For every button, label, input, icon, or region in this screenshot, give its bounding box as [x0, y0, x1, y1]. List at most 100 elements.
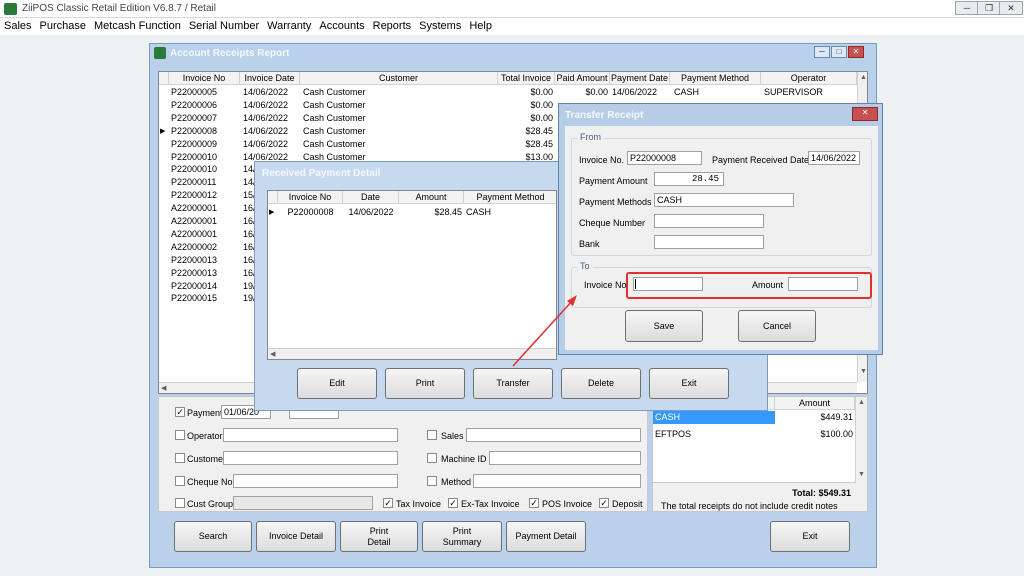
restore-icon[interactable]: ❐	[977, 1, 1001, 15]
tax-invoice-checkbox[interactable]: ✓	[383, 498, 393, 508]
payment-row-invoice[interactable]: P22000008	[278, 206, 343, 219]
table-cell[interactable]: $0.00	[555, 86, 608, 99]
summary-method-cash[interactable]: CASH	[653, 411, 775, 424]
table-cell[interactable]: P22000006	[171, 99, 240, 112]
menu-warranty[interactable]: Warranty	[263, 18, 315, 32]
cheque-no-field[interactable]	[233, 474, 398, 488]
scroll-left-icon[interactable]: ◀	[161, 384, 166, 392]
cheque-no-checkbox[interactable]	[175, 476, 185, 486]
method-field[interactable]	[473, 474, 641, 488]
table-cell[interactable]: P22000007	[171, 112, 240, 125]
payment-checkbox[interactable]: ✓	[175, 407, 185, 417]
table-cell[interactable]: P22000014	[171, 280, 240, 293]
col-total-invoice[interactable]: Total Invoice	[498, 72, 555, 85]
table-cell[interactable]: P22000015	[171, 292, 240, 305]
table-cell[interactable]: CASH	[674, 86, 761, 99]
cancel-button[interactable]: Cancel	[738, 310, 816, 342]
table-cell[interactable]: Cash Customer	[303, 99, 498, 112]
table-cell[interactable]: P22000012	[171, 189, 240, 202]
col-operator[interactable]: Operator	[761, 72, 857, 85]
table-cell[interactable]: $0.00	[498, 99, 553, 112]
exit-button[interactable]: Exit	[649, 368, 729, 399]
received-date-field[interactable]: 14/06/2022	[808, 151, 860, 165]
col-payment-method[interactable]: Payment Method	[464, 191, 556, 204]
table-cell[interactable]: P22000005	[171, 86, 240, 99]
bank-field[interactable]	[654, 235, 764, 249]
table-cell[interactable]: 14/06/2022	[243, 99, 300, 112]
table-cell[interactable]: 14/06/2022	[243, 86, 300, 99]
table-cell[interactable]: Cash Customer	[303, 138, 498, 151]
close-icon[interactable]: ✕	[999, 1, 1023, 15]
table-cell[interactable]: A22000001	[171, 202, 240, 215]
print-summary-button[interactable]: Print Summary	[422, 521, 502, 552]
table-cell[interactable]: 14/06/2022	[243, 138, 300, 151]
menu-purchase[interactable]: Purchase	[36, 18, 90, 32]
table-cell[interactable]: $0.00	[498, 86, 553, 99]
summary-scrollbar[interactable]: ▲ ▼	[855, 397, 867, 483]
menu-metcash-function[interactable]: Metcash Function	[90, 18, 185, 32]
sales-field[interactable]	[466, 428, 641, 442]
table-cell[interactable]: 14/06/2022	[243, 125, 300, 138]
search-button[interactable]: Search	[174, 521, 252, 552]
cust-group-checkbox[interactable]	[175, 498, 185, 508]
table-cell[interactable]: P22000010	[171, 163, 240, 176]
table-cell[interactable]: A22000001	[171, 215, 240, 228]
summary-method-eftpos[interactable]: EFTPOS	[653, 428, 775, 441]
menu-sales[interactable]: Sales	[0, 18, 36, 32]
cheque-number-field[interactable]	[654, 214, 764, 228]
col-payment-method[interactable]: Payment Method	[670, 72, 761, 85]
table-cell[interactable]: $28.45	[498, 138, 553, 151]
payment-row-date[interactable]: 14/06/2022	[343, 206, 399, 219]
menu-serial-number[interactable]: Serial Number	[185, 18, 263, 32]
payment-row-method[interactable]: CASH	[466, 206, 556, 219]
edit-button[interactable]: Edit	[297, 368, 377, 399]
table-cell[interactable]: Cash Customer	[303, 86, 498, 99]
table-cell[interactable]: P22000013	[171, 267, 240, 280]
table-cell[interactable]: 14/06/2022	[612, 86, 670, 99]
operator-field[interactable]	[223, 428, 398, 442]
pos-invoice-checkbox[interactable]: ✓	[529, 498, 539, 508]
col-paid-amount[interactable]: Paid Amount	[555, 72, 610, 85]
table-cell[interactable]: P22000008	[171, 125, 240, 138]
invoice-detail-button[interactable]: Invoice Detail	[256, 521, 336, 552]
table-cell[interactable]: P22000010	[171, 151, 240, 164]
menu-systems[interactable]: Systems	[415, 18, 465, 32]
payment-methods-field[interactable]: CASH	[654, 193, 794, 207]
cust-group-field[interactable]	[233, 496, 373, 510]
table-row[interactable]: P22000005 14/06/2022 Cash Customer $0.00 $0.…	[159, 86, 857, 99]
exit-button[interactable]: Exit	[770, 521, 850, 552]
print-button[interactable]: Print	[385, 368, 465, 399]
table-cell[interactable]: A22000001	[171, 228, 240, 241]
payment-detail-button[interactable]: Payment Detail	[506, 521, 586, 552]
table-cell[interactable]: P22000011	[171, 176, 240, 189]
maximize-icon[interactable]: □	[831, 46, 847, 58]
minimize-icon[interactable]: ─	[955, 1, 979, 15]
table-cell[interactable]: A22000002	[171, 241, 240, 254]
table-cell[interactable]: P22000009	[171, 138, 240, 151]
payment-row-amount[interactable]: $28.45	[399, 206, 462, 219]
close-icon[interactable]: ✕	[852, 107, 878, 121]
menu-accounts[interactable]: Accounts	[315, 18, 368, 32]
operator-checkbox[interactable]	[175, 430, 185, 440]
col-invoice-no[interactable]: Invoice No	[169, 72, 240, 85]
print-detail-button[interactable]: Print Detail	[340, 521, 418, 552]
to-invoice-field[interactable]	[633, 277, 703, 291]
customer-field[interactable]	[223, 451, 398, 465]
deposit-checkbox[interactable]: ✓	[599, 498, 609, 508]
menu-help[interactable]: Help	[465, 18, 496, 32]
close-icon[interactable]: ✕	[848, 46, 864, 58]
col-date[interactable]: Date	[343, 191, 399, 204]
col-invoice-no[interactable]: Invoice No	[278, 191, 343, 204]
col-amount[interactable]: Amount	[399, 191, 464, 204]
method-checkbox[interactable]	[427, 476, 437, 486]
table-cell[interactable]: P22000013	[171, 254, 240, 267]
table-cell[interactable]: Cash Customer	[303, 112, 498, 125]
scroll-left-icon[interactable]: ◀	[270, 350, 275, 358]
col-amount[interactable]: Amount	[775, 397, 855, 410]
scroll-up-icon[interactable]: ▲	[858, 399, 865, 406]
ex-tax-invoice-checkbox[interactable]: ✓	[448, 498, 458, 508]
table-cell[interactable]: Cash Customer	[303, 125, 498, 138]
sales-checkbox[interactable]	[427, 430, 437, 440]
scroll-down-icon[interactable]: ▼	[860, 368, 867, 375]
invoice-no-field[interactable]: P22000008	[627, 151, 702, 165]
